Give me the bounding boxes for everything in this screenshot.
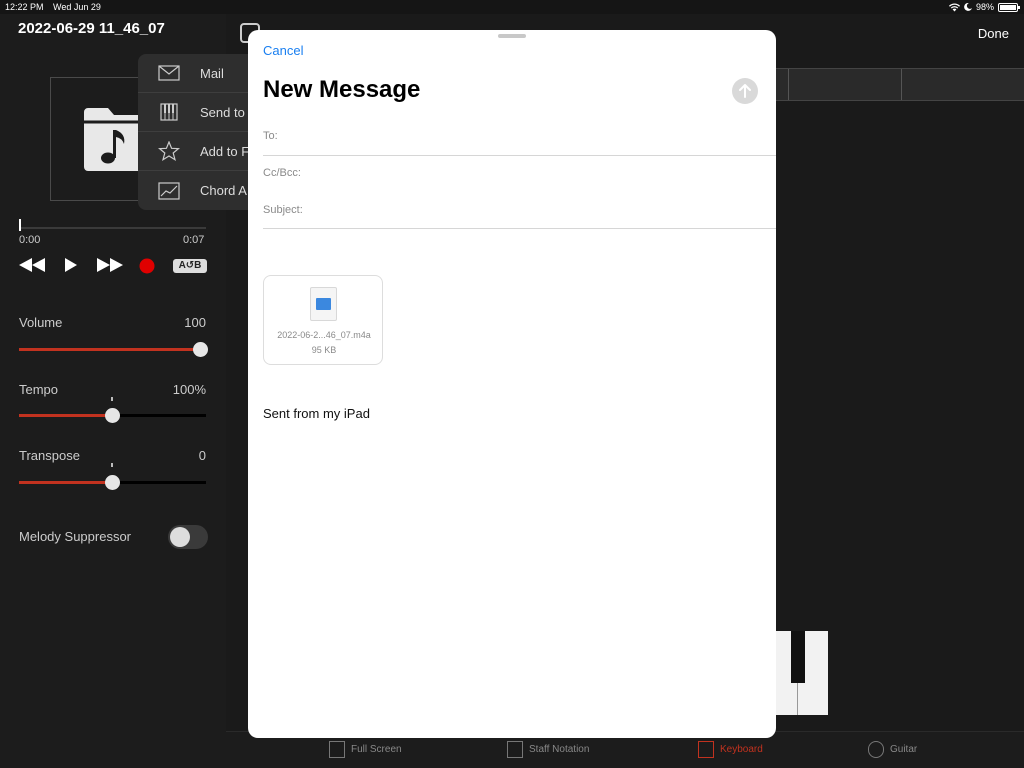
tab-guitar-label: Guitar (890, 744, 918, 755)
menu-item-mail-label: Mail (200, 65, 224, 81)
transpose-label: Transpose (19, 448, 80, 463)
melody-suppressor-toggle[interactable] (168, 525, 208, 549)
menu-item-send-to-label: Send to (200, 104, 245, 120)
play-button[interactable] (64, 257, 78, 278)
melody-suppressor-label: Melody Suppressor (19, 529, 131, 544)
sheet-grabber[interactable] (498, 34, 526, 38)
menu-item-add-to-favorites-label: Add to F (200, 143, 250, 159)
full-screen-icon (329, 741, 345, 758)
guitar-icon (868, 741, 884, 758)
cc-bcc-field[interactable]: Cc/Bcc: (263, 167, 301, 179)
tab-full-screen[interactable]: Full Screen (329, 741, 402, 758)
record-icon (139, 258, 155, 274)
tempo-value: 100% (172, 382, 206, 397)
send-button[interactable] (732, 78, 758, 104)
status-date: Wed Jun 29 (53, 2, 101, 12)
piano-keyboard[interactable] (776, 631, 828, 715)
playhead[interactable] (19, 219, 21, 231)
menu-item-add-to-favorites[interactable]: Add to F (138, 132, 258, 171)
status-right: 98% (948, 2, 1020, 12)
wifi-icon (948, 3, 960, 11)
done-button[interactable]: Done (978, 26, 1009, 41)
volume-knob[interactable] (193, 342, 208, 357)
transpose-knob[interactable] (105, 475, 120, 490)
subject-field[interactable]: Subject: (263, 204, 303, 216)
fast-forward-icon (97, 258, 123, 272)
transpose-center-tick (111, 463, 113, 467)
status-time: 12:22 PM (5, 2, 44, 12)
tempo-center-tick (111, 397, 113, 401)
battery-icon (998, 2, 1020, 12)
battery-percent: 98% (975, 2, 994, 12)
menu-item-chord-analysis[interactable]: Chord A (138, 171, 258, 210)
transpose-slider[interactable] (19, 475, 206, 490)
attachment-size: 95 KB (311, 345, 337, 355)
transpose-value: 0 (198, 448, 206, 463)
mail-compose-sheet: Cancel New Message To: Cc/Bcc: Subject: … (248, 30, 776, 738)
menu-item-chord-analysis-label: Chord A (200, 183, 247, 198)
record-button[interactable] (139, 258, 155, 279)
moon-icon (964, 3, 972, 11)
star-icon (158, 141, 180, 161)
menu-item-send-to[interactable]: Send to (138, 93, 258, 132)
time-total: 0:07 (183, 234, 205, 246)
tab-full-screen-label: Full Screen (351, 744, 402, 755)
menu-item-mail[interactable]: Mail (138, 54, 258, 93)
volume-label: Volume (19, 315, 63, 330)
piano-black-key[interactable] (791, 631, 805, 683)
share-menu: Mail Send to Add to F Chord A (138, 54, 258, 210)
tab-staff-notation[interactable]: Staff Notation (507, 741, 589, 758)
audio-file-icon (310, 287, 337, 321)
playback-timeline[interactable] (19, 219, 206, 231)
status-bar: 12:22 PM Wed Jun 29 98% (0, 0, 1024, 14)
envelope-icon (158, 65, 180, 81)
attachment-name: 2022-06-2...46_07.m4a (277, 330, 371, 340)
rewind-button[interactable] (18, 257, 46, 278)
tempo-knob[interactable] (105, 408, 120, 423)
mail-heading: New Message (263, 76, 421, 103)
tab-keyboard[interactable]: Keyboard (698, 741, 763, 758)
chart-icon (158, 181, 180, 200)
tab-guitar[interactable]: Guitar (868, 741, 917, 758)
chord-strip (776, 68, 1024, 101)
song-title: 2022-06-29 11_46_07 (18, 20, 165, 37)
transport-controls: A↺B (18, 257, 208, 277)
play-icon (65, 258, 77, 272)
volume-value: 100 (184, 315, 206, 330)
piano-keys-icon (160, 103, 178, 121)
to-field[interactable]: To: (263, 130, 278, 142)
attachment-tile[interactable]: 2022-06-2...46_07.m4a 95 KB (263, 275, 383, 365)
tab-keyboard-label: Keyboard (720, 744, 763, 755)
cancel-button[interactable]: Cancel (263, 43, 303, 58)
keyboard-icon (698, 741, 714, 758)
ab-repeat-button[interactable]: A↺B (173, 259, 207, 273)
volume-slider[interactable] (19, 342, 208, 357)
staff-notation-icon (507, 741, 523, 758)
mail-body-signature[interactable]: Sent from my iPad (263, 406, 370, 421)
tempo-label: Tempo (19, 382, 59, 397)
time-elapsed: 0:00 (19, 234, 41, 246)
fast-forward-button[interactable] (96, 257, 124, 278)
subject-separator (263, 228, 776, 229)
arrow-up-icon (739, 84, 751, 98)
to-separator (263, 155, 776, 156)
tempo-slider[interactable] (19, 408, 206, 423)
tab-staff-notation-label: Staff Notation (529, 744, 590, 755)
rewind-icon (19, 258, 45, 272)
